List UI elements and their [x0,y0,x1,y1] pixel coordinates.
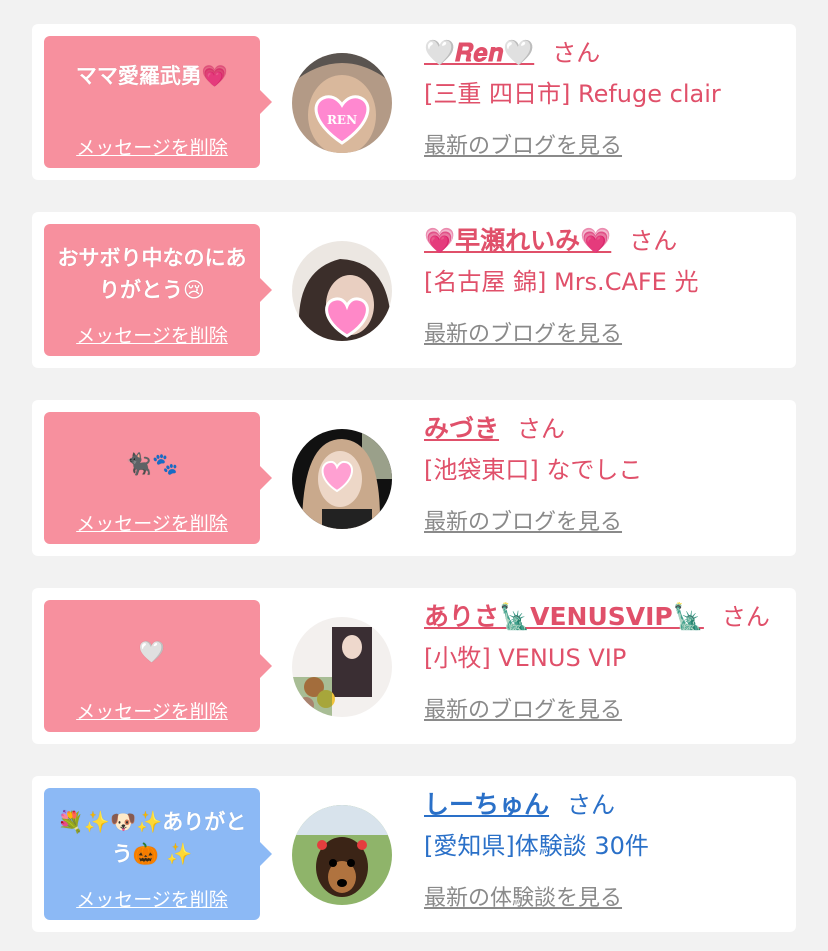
avatar[interactable] [292,429,392,529]
honorific: さん [567,791,616,819]
honorific: さん [629,227,678,255]
message-bubble: 🐈‍⬛🐾 メッセージを削除 [44,412,272,544]
honorific: さん [517,415,566,443]
message-text: おサボり中なのにありがとう😢 [57,246,247,302]
message-bubble: 🤍 メッセージを削除 [44,600,272,732]
avatar[interactable] [292,241,392,341]
avatar[interactable]: REN [292,53,392,153]
message-list: ママ愛羅武勇💗 メッセージを削除 REN 🤍𝑹𝒆𝒏🤍 さん [三重 四日市] Re… [0,0,828,951]
latest-blog-link[interactable]: 最新のブログを見る [424,504,622,536]
latest-reviews-link[interactable]: 最新の体験談を見る [424,880,622,912]
honorific: さん [552,39,601,67]
message-bubble: おサボり中なのにありがとう😢 メッセージを削除 [44,224,272,356]
message-card: ママ愛羅武勇💗 メッセージを削除 REN 🤍𝑹𝒆𝒏🤍 さん [三重 四日市] Re… [32,24,796,180]
message-bubble: 💐✨🐶✨ありがとう🎃 ✨ メッセージを削除 [44,788,272,920]
sender-name-link[interactable]: 🤍𝑹𝒆𝒏🤍 [424,38,534,67]
shop-label: [名古屋 錦] Mrs.CAFE 光 [424,268,699,296]
sender-name-link[interactable]: しーちゅん [424,790,549,819]
latest-blog-link[interactable]: 最新のブログを見る [424,128,622,160]
delete-message-link[interactable]: メッセージを削除 [44,321,260,348]
message-card: 🐈‍⬛🐾 メッセージを削除 みづき さん [池袋東口] なでしこ 最新のブログを見… [32,400,796,556]
message-card: 💐✨🐶✨ありがとう🎃 ✨ メッセージを削除 しーちゅん さん [愛知県]体験談 3… [32,776,796,932]
avatar[interactable] [292,617,392,717]
delete-message-link[interactable]: メッセージを削除 [44,133,260,160]
shop-label: [池袋東口] なでしこ [424,456,643,484]
delete-message-link[interactable]: メッセージを削除 [44,509,260,536]
shop-label: [愛知県]体験談 30件 [424,832,649,860]
message-text: ママ愛羅武勇💗 [75,64,229,88]
sender-name-link[interactable]: みづき [424,414,499,443]
latest-blog-link[interactable]: 最新のブログを見る [424,692,622,724]
latest-blog-link[interactable]: 最新のブログを見る [424,316,622,348]
message-bubble: ママ愛羅武勇💗 メッセージを削除 [44,36,272,168]
shop-label: [三重 四日市] Refuge clair [424,80,721,108]
delete-message-link[interactable]: メッセージを削除 [44,697,260,724]
honorific: さん [721,603,770,631]
delete-message-link[interactable]: メッセージを削除 [44,885,260,912]
sender-name-link[interactable]: 💗早瀬れいみ💗 [424,226,611,255]
message-text: 🐈‍⬛🐾 [125,452,179,476]
svg-text:REN: REN [327,113,357,127]
sender-name-link[interactable]: ありさ🗽VENUSVIP🗽 [424,602,704,631]
message-text: 💐✨🐶✨ありがとう🎃 ✨ [57,810,247,866]
avatar[interactable] [292,805,392,905]
message-card: おサボり中なのにありがとう😢 メッセージを削除 💗早瀬れいみ💗 さん [名古屋 錦… [32,212,796,368]
shop-label: [小牧] VENUS VIP [424,644,627,672]
message-card: 🤍 メッセージを削除 ありさ🗽VENUSVIP🗽 さん [小牧] VENUS VI… [32,588,796,744]
message-text: 🤍 [138,640,166,664]
